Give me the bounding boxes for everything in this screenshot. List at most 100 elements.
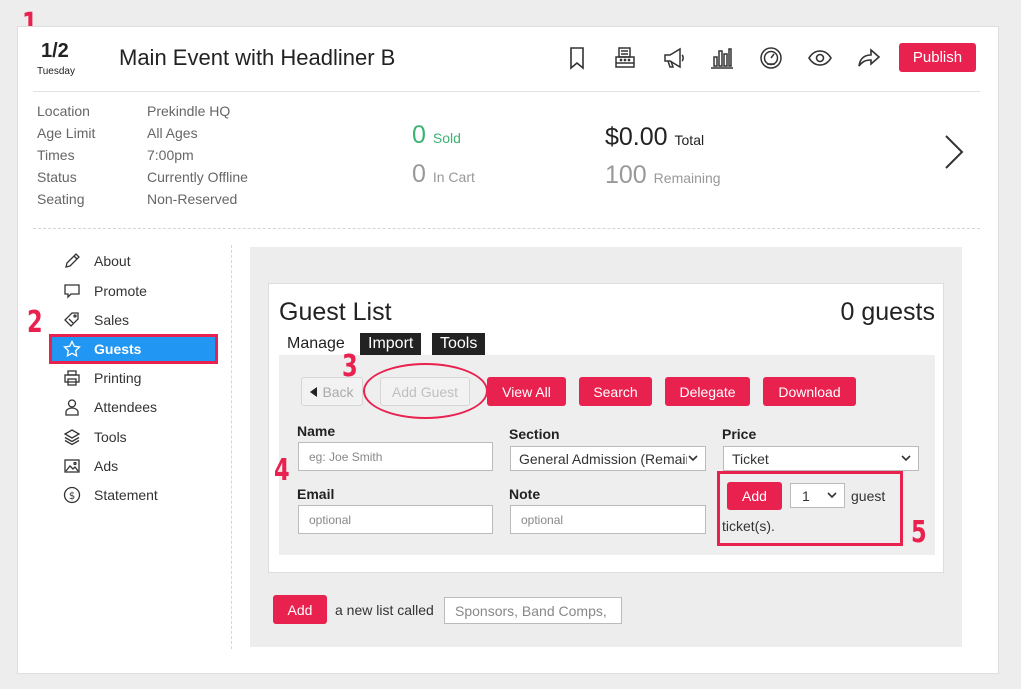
bookmark-icon[interactable] bbox=[562, 43, 592, 73]
download-button[interactable]: Download bbox=[763, 377, 856, 406]
sidebar-item-promote[interactable]: Promote bbox=[62, 279, 222, 303]
tab-tools[interactable]: Tools bbox=[430, 333, 486, 355]
event-title: Main Event with Headliner B bbox=[119, 45, 396, 70]
publish-button[interactable]: Publish bbox=[899, 43, 976, 72]
sold-value: 0 bbox=[412, 121, 426, 149]
guest-panel: Guest List 0 guests Manage Import Tools … bbox=[250, 247, 962, 647]
sidebar-item-label: Ads bbox=[94, 458, 119, 474]
sidebar-item-label: Guests bbox=[94, 341, 142, 357]
sold-stat: 0 Sold bbox=[412, 121, 461, 150]
total-label: Total bbox=[674, 132, 705, 148]
total-stat: $0.00 Total bbox=[605, 123, 704, 152]
info-value-seating: Non-Reserved bbox=[147, 191, 238, 207]
sidebar-item-label: Sales bbox=[94, 312, 130, 328]
dollar-circle-icon: $ bbox=[62, 485, 82, 505]
new-list-name-input[interactable] bbox=[444, 597, 622, 624]
info-value-status: Currently Offline bbox=[147, 169, 248, 185]
person-icon bbox=[62, 397, 82, 417]
share-icon[interactable] bbox=[854, 43, 884, 73]
sidebar-item-label: Promote bbox=[94, 283, 147, 299]
highlight-ellipse bbox=[363, 363, 488, 419]
event-date: 1/2 bbox=[41, 40, 69, 62]
guest-form-area: Back Add Guest View All Search Delegate … bbox=[279, 355, 935, 555]
info-label-times: Times bbox=[37, 147, 75, 163]
sidebar-item-label: Statement bbox=[94, 487, 158, 503]
sidebar-item-label: Attendees bbox=[94, 399, 158, 415]
remaining-value: 100 bbox=[605, 161, 647, 189]
pencil-icon bbox=[62, 251, 82, 271]
annotation-4: 4 bbox=[274, 453, 290, 488]
cart-label: In Cart bbox=[432, 169, 475, 185]
new-list-text: a new list called bbox=[335, 602, 434, 618]
email-input[interactable] bbox=[298, 505, 493, 534]
highlight-box-add bbox=[717, 471, 903, 546]
svg-text:$: $ bbox=[69, 491, 75, 502]
price-value: Ticket bbox=[732, 450, 769, 467]
printer-icon bbox=[62, 368, 82, 388]
remaining-label: Remaining bbox=[653, 170, 721, 186]
sidebar-item-ads[interactable]: Ads bbox=[62, 454, 222, 478]
tab-import[interactable]: Import bbox=[360, 333, 422, 355]
email-label: Email bbox=[297, 486, 335, 502]
gauge-icon[interactable] bbox=[756, 43, 786, 73]
name-input[interactable] bbox=[298, 442, 493, 471]
event-card: 1/2 Tuesday Main Event with Headliner B … bbox=[17, 26, 999, 674]
bar-chart-icon[interactable] bbox=[707, 43, 737, 73]
star-icon bbox=[62, 339, 82, 359]
chevron-right-icon[interactable] bbox=[940, 132, 968, 172]
section-select[interactable]: General Admission (Remaining) bbox=[510, 446, 706, 471]
speech-bubble-icon bbox=[62, 281, 82, 301]
annotation-5: 5 bbox=[911, 515, 927, 550]
info-value-times: 7:00pm bbox=[147, 147, 194, 163]
sidebar-item-label: Printing bbox=[94, 370, 142, 386]
info-value-location: Prekindle HQ bbox=[147, 103, 231, 119]
chevron-down-icon bbox=[688, 455, 698, 462]
sold-label: Sold bbox=[432, 130, 461, 146]
guest-count: 0 guests bbox=[840, 298, 935, 326]
annotation-3: 3 bbox=[342, 349, 358, 384]
price-label: Price bbox=[722, 426, 757, 442]
guest-list-title: Guest List bbox=[279, 298, 392, 326]
register-icon[interactable] bbox=[610, 43, 640, 73]
sidebar-item-statement[interactable]: $ Statement bbox=[62, 483, 222, 507]
sidebar-item-attendees[interactable]: Attendees bbox=[62, 395, 222, 419]
section-value: General Admission (Remaining) bbox=[519, 450, 687, 467]
remaining-stat: 100 Remaining bbox=[605, 161, 721, 190]
view-all-button[interactable]: View All bbox=[487, 377, 566, 406]
info-value-age-limit: All Ages bbox=[147, 125, 198, 141]
annotation-2: 2 bbox=[27, 305, 43, 340]
back-arrow-icon bbox=[310, 386, 318, 397]
info-divider bbox=[33, 228, 980, 229]
info-label-age-limit: Age Limit bbox=[37, 125, 96, 141]
sidebar-separator bbox=[231, 245, 232, 649]
cart-value: 0 bbox=[412, 160, 426, 188]
tag-icon bbox=[62, 310, 82, 330]
megaphone-icon[interactable] bbox=[659, 43, 689, 73]
note-label: Note bbox=[509, 486, 541, 502]
chevron-down-icon bbox=[901, 455, 911, 462]
header-divider bbox=[33, 91, 980, 92]
sidebar-item-tools[interactable]: Tools bbox=[62, 425, 222, 449]
info-label-status: Status bbox=[37, 169, 77, 185]
total-value: $0.00 bbox=[605, 123, 668, 151]
info-label-location: Location bbox=[37, 103, 90, 119]
guest-list-box: Guest List 0 guests Manage Import Tools … bbox=[268, 283, 944, 573]
sidebar-item-label: Tools bbox=[94, 429, 127, 445]
delegate-button[interactable]: Delegate bbox=[665, 377, 750, 406]
search-button[interactable]: Search bbox=[579, 377, 652, 406]
info-label-seating: Seating bbox=[37, 191, 85, 207]
sidebar-item-about[interactable]: About bbox=[62, 249, 222, 273]
sidebar-item-guests[interactable]: Guests bbox=[49, 334, 218, 364]
event-day: Tuesday bbox=[37, 66, 75, 77]
layers-icon bbox=[62, 427, 82, 447]
price-select[interactable]: Ticket bbox=[723, 446, 919, 471]
name-label: Name bbox=[297, 423, 336, 439]
eye-icon[interactable] bbox=[805, 43, 835, 73]
image-icon bbox=[62, 456, 82, 476]
add-list-button[interactable]: Add bbox=[273, 595, 327, 624]
sidebar-item-label: About bbox=[94, 253, 131, 269]
note-input[interactable] bbox=[510, 505, 706, 534]
sidebar-item-sales[interactable]: Sales bbox=[62, 308, 222, 332]
sidebar-item-printing[interactable]: Printing bbox=[62, 366, 222, 390]
section-label: Section bbox=[509, 426, 560, 442]
